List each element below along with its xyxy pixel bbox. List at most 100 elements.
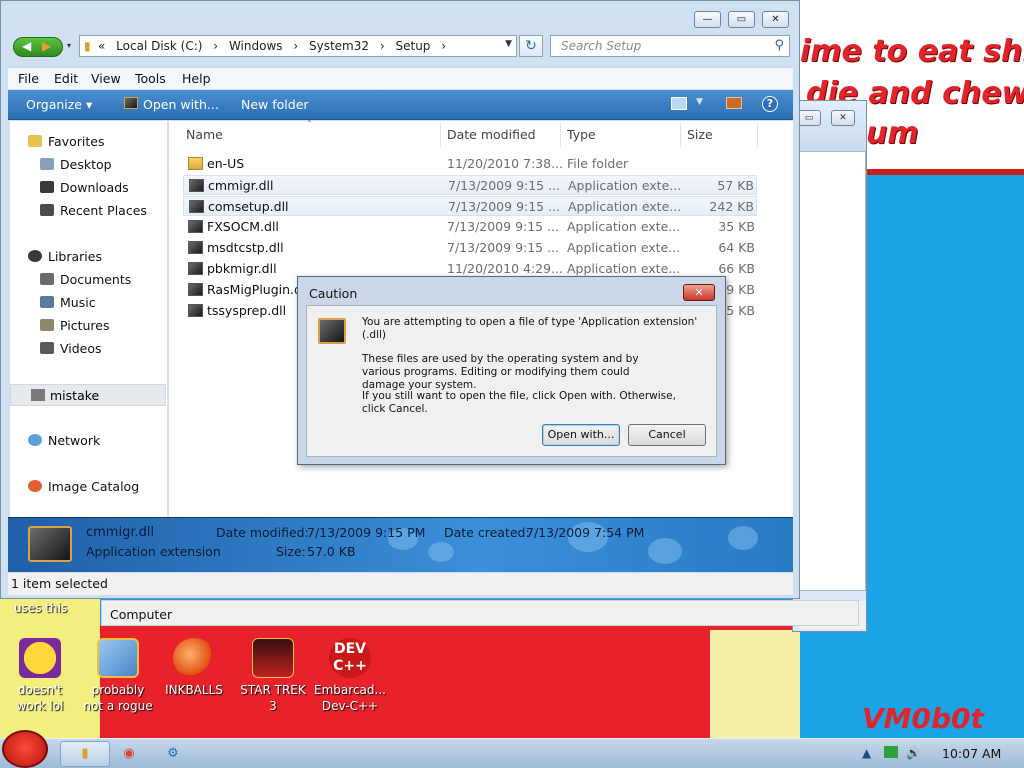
column-divider[interactable] bbox=[757, 123, 758, 147]
nav-recent-places[interactable]: Recent Places bbox=[40, 203, 147, 218]
organize-button[interactable]: Organize ▾ bbox=[26, 97, 92, 112]
close-button[interactable]: ✕ bbox=[762, 11, 789, 28]
documents-icon bbox=[40, 273, 54, 285]
taskbar-chrome[interactable]: ◉ bbox=[104, 741, 154, 767]
menu-tools[interactable]: Tools bbox=[135, 71, 166, 86]
background-window[interactable]: ▭ ✕ bbox=[792, 100, 867, 632]
column-type[interactable]: Type bbox=[567, 127, 596, 142]
file-size: 35 KB bbox=[718, 219, 755, 234]
file-type: Application exte... bbox=[567, 240, 681, 255]
label-line: not a rogue bbox=[83, 699, 153, 713]
menu-view[interactable]: View bbox=[91, 71, 121, 86]
column-divider[interactable] bbox=[680, 123, 681, 147]
column-name[interactable]: Name bbox=[186, 127, 223, 142]
recent-pages-dropdown-icon[interactable]: ▾ bbox=[67, 41, 71, 50]
nav-favorites[interactable]: Favorites bbox=[28, 134, 104, 149]
breadcrumb[interactable]: « Local Disk (C:) › Windows › System32 ›… bbox=[98, 39, 453, 53]
background-window-titlebar[interactable] bbox=[793, 101, 866, 151]
nav-music[interactable]: Music bbox=[40, 295, 96, 310]
column-size[interactable]: Size bbox=[687, 127, 713, 142]
nav-desktop-label: Desktop bbox=[60, 157, 112, 172]
open-with-icon[interactable] bbox=[124, 97, 138, 109]
new-folder-button[interactable]: New folder bbox=[241, 97, 309, 112]
nav-mistake-selected[interactable]: mistake bbox=[10, 384, 166, 406]
dialog-close-button[interactable]: ✕ bbox=[683, 284, 715, 301]
preview-pane-icon[interactable] bbox=[726, 97, 742, 109]
menu-bar: File Edit View Tools Help bbox=[8, 67, 793, 89]
file-date: 11/20/2010 4:29... bbox=[447, 261, 564, 276]
battery-icon[interactable] bbox=[884, 746, 898, 758]
nav-desktop[interactable]: Desktop bbox=[40, 157, 112, 172]
menu-edit[interactable]: Edit bbox=[54, 71, 78, 86]
desktop-icon-probably[interactable]: probably not a rogue bbox=[78, 638, 158, 714]
background-window-close-button[interactable]: ✕ bbox=[831, 110, 855, 126]
address-dropdown-icon[interactable]: ▼ bbox=[505, 39, 512, 49]
background-window-maximize-button[interactable]: ▭ bbox=[797, 110, 821, 126]
back-forward-buttons[interactable]: ◀ ▶ bbox=[13, 37, 63, 57]
breadcrumb-separator[interactable]: › bbox=[293, 39, 298, 53]
breadcrumb-local-disk[interactable]: Local Disk (C:) bbox=[116, 39, 202, 53]
breadcrumb-setup[interactable]: Setup bbox=[395, 39, 430, 53]
address-bar[interactable]: ▮ « Local Disk (C:) › Windows › System32… bbox=[79, 35, 517, 57]
clock[interactable]: 10:07 AM bbox=[942, 746, 1001, 761]
back-arrow-icon[interactable]: ◀ bbox=[22, 39, 31, 53]
nav-videos[interactable]: Videos bbox=[40, 341, 102, 356]
menu-help[interactable]: Help bbox=[182, 71, 211, 86]
decor-bubble bbox=[648, 538, 682, 564]
search-input[interactable]: Search Setup ⚲ bbox=[550, 35, 790, 57]
caution-dialog[interactable]: Caution ✕ You are attempting to open a f… bbox=[297, 276, 726, 465]
nav-network[interactable]: Network bbox=[28, 433, 100, 448]
cancel-button[interactable]: Cancel bbox=[628, 424, 706, 446]
desktop-icon-yahoo[interactable]: doesn't work lol bbox=[0, 638, 80, 714]
nav-pictures[interactable]: Pictures bbox=[40, 318, 110, 333]
column-divider[interactable] bbox=[560, 123, 561, 147]
show-hidden-icons-icon[interactable]: ▲ bbox=[862, 746, 871, 760]
column-divider[interactable] bbox=[440, 123, 441, 147]
desktop-icon-devcpp[interactable]: DEV C++ Embarcad... Dev-C++ bbox=[310, 638, 390, 714]
open-with-dialog-button[interactable]: Open with... bbox=[542, 424, 620, 446]
forward-arrow-icon[interactable]: ▶ bbox=[42, 39, 51, 53]
breadcrumb-separator[interactable]: › bbox=[380, 39, 385, 53]
maximize-button[interactable]: ▭ bbox=[728, 11, 755, 28]
breadcrumb-windows[interactable]: Windows bbox=[229, 39, 283, 53]
breadcrumb-separator[interactable]: › bbox=[441, 39, 446, 53]
file-row[interactable]: msdtcstp.dll 7/13/2009 9:15 ... Applicatio… bbox=[183, 238, 757, 258]
nav-mistake-label: mistake bbox=[50, 388, 100, 403]
file-date: 7/13/2009 9:15 ... bbox=[447, 219, 560, 234]
breadcrumb-overflow[interactable]: « bbox=[98, 39, 105, 53]
file-row[interactable]: FXSOCM.dll 7/13/2009 9:15 ... Application … bbox=[183, 217, 757, 237]
menu-file[interactable]: File bbox=[18, 71, 39, 86]
wallpaper-text-1: ime to eat shit bbox=[800, 34, 1024, 69]
desktop-icon-inkballs[interactable]: INKBALLS bbox=[154, 638, 234, 698]
breadcrumb-separator[interactable]: › bbox=[213, 39, 218, 53]
breadcrumb-system32[interactable]: System32 bbox=[309, 39, 369, 53]
taskbar-explorer[interactable]: ▮ bbox=[60, 741, 110, 767]
nav-downloads[interactable]: Downloads bbox=[40, 180, 129, 195]
start-button[interactable] bbox=[2, 730, 48, 768]
details-file-kind: Application extension bbox=[86, 544, 221, 559]
column-date-modified[interactable]: Date modified bbox=[447, 127, 536, 142]
status-text: 1 item selected bbox=[11, 576, 108, 591]
nav-image-catalog[interactable]: Image Catalog bbox=[28, 479, 139, 494]
view-dropdown-icon[interactable]: ▼ bbox=[696, 97, 703, 107]
refresh-icon[interactable]: ↻ bbox=[519, 35, 543, 57]
folder-icon: ▮ bbox=[81, 746, 89, 761]
desktop-icon-star-trek[interactable]: STAR TREK 3 bbox=[233, 638, 313, 714]
nav-recent-label: Recent Places bbox=[60, 203, 147, 218]
help-icon[interactable]: ? bbox=[762, 96, 778, 112]
search-icon[interactable]: ⚲ bbox=[774, 38, 784, 53]
file-row-hover[interactable]: comsetup.dll 7/13/2009 9:15 ... Applicatio… bbox=[183, 196, 757, 216]
file-row[interactable]: en-US 11/20/2010 7:38... File folder bbox=[183, 154, 757, 174]
open-with-button[interactable]: Open with... bbox=[143, 97, 219, 112]
volume-icon[interactable]: 🔊 bbox=[906, 746, 921, 760]
view-options-icon[interactable] bbox=[671, 97, 687, 110]
libraries-icon bbox=[28, 250, 42, 262]
nav-documents[interactable]: Documents bbox=[40, 272, 131, 287]
taskbar-program[interactable]: ⚙ bbox=[148, 741, 198, 767]
file-size: 57 KB bbox=[717, 178, 754, 193]
file-row-selected[interactable]: cmmigr.dll 7/13/2009 9:15 ... Application … bbox=[183, 175, 757, 195]
nav-libraries[interactable]: Libraries bbox=[28, 249, 102, 264]
music-icon bbox=[40, 296, 54, 308]
dialog-title: Caution bbox=[309, 286, 358, 301]
minimize-button[interactable]: — bbox=[694, 11, 721, 28]
